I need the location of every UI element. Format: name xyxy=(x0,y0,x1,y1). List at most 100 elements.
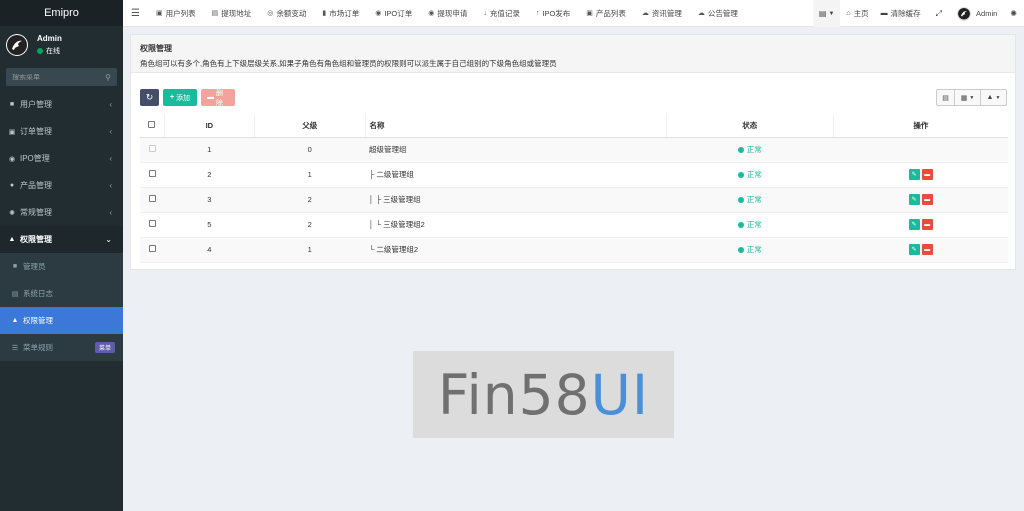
edit-button[interactable]: ✎ xyxy=(908,244,920,255)
nav-tabs: ▣ 用户列表 ▤ 提现地址 ◎ 余额变动 ▮ 市场订单 ◉ IPO订单 ◉ 提现申请 ↓ 充值… xyxy=(148,0,746,26)
sidebar-item-products[interactable]: ● 产品管理 ‹ xyxy=(0,172,123,199)
edit-button[interactable]: ✎ xyxy=(908,219,920,230)
search-input[interactable] xyxy=(12,73,92,81)
tab-balance[interactable]: ◎ 余额变动 xyxy=(259,0,314,26)
columns-button[interactable]: ▦ ▼ xyxy=(955,89,981,106)
status-badge: 正常 xyxy=(737,169,762,180)
trash-icon: ▬ xyxy=(924,196,931,203)
product-icon: ● xyxy=(9,182,15,189)
admin-menu[interactable]: Admin xyxy=(951,0,1003,27)
cell-id: 4 xyxy=(164,237,255,263)
status-dot-icon xyxy=(737,171,744,178)
delete-row-button[interactable]: ▬ xyxy=(921,244,933,255)
submenu-item-admin[interactable]: ■ 管理员 xyxy=(0,253,123,280)
chevron-left-icon: ‹ xyxy=(109,181,112,190)
row-checkbox[interactable] xyxy=(148,195,156,202)
chevron-left-icon: ‹ xyxy=(109,100,112,109)
tab-product-list[interactable]: ▣ 产品列表 xyxy=(578,0,634,26)
gears-icon: ✺ xyxy=(1010,9,1017,18)
cell-id: 1 xyxy=(164,137,255,163)
bookmark-icon: ▮ xyxy=(322,10,327,17)
arrow-down-icon: ↓ xyxy=(483,9,487,17)
tab-withdraw-address[interactable]: ▤ 提现地址 xyxy=(204,0,260,26)
clear-cache-button[interactable]: ▬ 清除缓存 xyxy=(875,0,927,27)
list-icon: ▤ xyxy=(818,9,827,18)
tab-user-list[interactable]: ▣ 用户列表 xyxy=(148,0,204,26)
row-checkbox[interactable] xyxy=(148,245,156,252)
trash-icon: ▬ xyxy=(924,246,931,253)
submenu-item-syslog[interactable]: ▤ 系统日志 xyxy=(0,280,123,307)
row-checkbox[interactable] xyxy=(148,220,156,227)
select-all-cell xyxy=(140,115,165,138)
col-operate: 操作 xyxy=(833,115,1008,138)
status-dot-icon xyxy=(737,246,744,253)
edit-button[interactable]: ✎ xyxy=(908,169,920,180)
cell-operate: ✎ ▬ xyxy=(833,162,1008,188)
fullscreen-icon: ⤢ xyxy=(935,8,943,18)
group-icon: ▲ xyxy=(8,236,16,243)
product-icon: ▣ xyxy=(586,10,593,17)
submenu-item-group[interactable]: ▲ 权限管理 xyxy=(0,307,123,334)
grid-icon: ▦ xyxy=(960,94,968,102)
cell-pid: 1 xyxy=(254,237,366,263)
sidebar-item-ipo[interactable]: ◉ IPO管理 ‹ xyxy=(0,145,123,172)
group-table: ID 父级 名称 状态 操作 1 0 超级管理组 正常 2 1 ├ 二级管理组 xyxy=(140,115,1008,263)
top-navbar: ☰ ▣ 用户列表 ▤ 提现地址 ◎ 余额变动 ▮ 市场订单 ◉ IPO订单 ◉ 提现申请 ↓… xyxy=(123,0,1024,27)
cart-icon: ▣ xyxy=(8,128,16,136)
pencil-icon: ✎ xyxy=(911,222,917,228)
trash-icon: ▬ xyxy=(924,171,931,178)
fullscreen-button[interactable]: ⤢ xyxy=(927,0,951,27)
status-dot-icon xyxy=(737,221,744,228)
cell-operate: ✎ ▬ xyxy=(833,187,1008,213)
sidebar-item-general[interactable]: ✺ 常规管理 ‹ xyxy=(0,199,123,226)
tab-ipo-publish[interactable]: ↑ IPO发布 xyxy=(528,0,578,26)
settings-button[interactable]: ✺ xyxy=(1003,0,1024,27)
tab-ipo-orders[interactable]: ◉ IPO订单 xyxy=(367,0,420,26)
select-all-checkbox[interactable] xyxy=(148,121,156,129)
submenu-item-rules[interactable]: ☰ 菜单规则 菜单 xyxy=(0,334,123,361)
withdraw-icon: ◉ xyxy=(428,10,435,17)
tab-announcements[interactable]: ☁ 公告管理 xyxy=(690,0,746,26)
delete-row-button[interactable]: ▬ xyxy=(921,169,933,180)
tabs-dropdown-button[interactable]: ▤ ▼ xyxy=(812,0,841,27)
cell-pid: 1 xyxy=(254,162,366,188)
sidebar-item-users[interactable]: ■ 用户管理 ‹ xyxy=(0,91,123,118)
table-header-row: ID 父级 名称 状态 操作 xyxy=(140,115,1008,138)
gears-icon: ✺ xyxy=(9,209,15,217)
col-pid[interactable]: 父级 xyxy=(254,115,366,138)
edit-button[interactable]: ✎ xyxy=(908,194,920,205)
status-dot-icon xyxy=(737,196,744,203)
tab-market-orders[interactable]: ▮ 市场订单 xyxy=(314,0,367,26)
chevron-left-icon: ‹ xyxy=(109,127,112,136)
table-row: 1 0 超级管理组 正常 xyxy=(140,137,1008,163)
avatar xyxy=(957,6,972,21)
table-row: 3 2 │ ├ 三级管理组 正常 ✎ ▬ xyxy=(140,187,1008,213)
refresh-button[interactable]: ↻ xyxy=(140,89,159,106)
user-panel: Admin 在线 xyxy=(0,26,123,63)
tab-news[interactable]: ☁ 资讯管理 xyxy=(634,0,690,26)
cell-name: └ 二级管理组2 xyxy=(365,237,667,263)
tab-withdraw-requests[interactable]: ◉ 提现申请 xyxy=(420,0,475,26)
brand-logo[interactable]: Emipro xyxy=(0,0,123,26)
tab-recharge-records[interactable]: ↓ 充值记录 xyxy=(475,0,528,26)
delete-button[interactable]: ▬ 删除 xyxy=(201,89,235,107)
add-button[interactable]: + 添加 xyxy=(163,89,197,106)
delete-row-button[interactable]: ▬ xyxy=(921,219,933,230)
export-button[interactable]: ▲ ▼ xyxy=(981,89,1007,106)
delete-row-button[interactable]: ▬ xyxy=(921,194,933,205)
address-card-icon: ▤ xyxy=(211,10,219,17)
row-checkbox[interactable] xyxy=(148,170,156,177)
search-icon[interactable]: ⚲ xyxy=(105,73,111,82)
col-name[interactable]: 名称 xyxy=(365,115,667,138)
toggle-view-button[interactable]: ▤ xyxy=(936,89,955,106)
col-status[interactable]: 状态 xyxy=(666,115,834,138)
cloud-icon: ☁ xyxy=(697,10,705,17)
content-panel: 权限管理 角色组可以有多个,角色有上下级层级关系,如果子角色有角色组和管理员的权… xyxy=(130,34,1016,270)
sidebar-item-orders[interactable]: ▣ 订单管理 ‹ xyxy=(0,118,123,145)
sidebar-item-auth[interactable]: ▲ 权限管理 ⌄ xyxy=(0,226,123,253)
home-link[interactable]: ⌂ 主页 xyxy=(840,0,874,27)
col-id[interactable]: ID xyxy=(164,115,256,138)
cell-status: 正常 xyxy=(666,162,834,188)
cell-pid: 0 xyxy=(254,137,366,163)
sidebar-toggle-icon[interactable]: ☰ xyxy=(123,8,148,19)
